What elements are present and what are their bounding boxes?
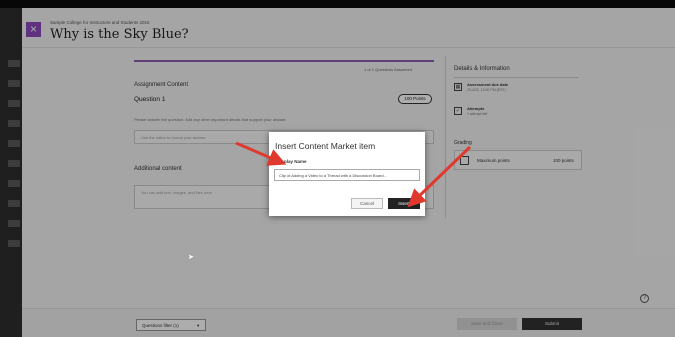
display-name-label: Display Name xyxy=(277,159,307,164)
dialog-title: Insert Content Market item xyxy=(275,141,376,151)
insert-content-market-dialog: Insert Content Market item Display Name … xyxy=(269,132,425,216)
insert-button[interactable]: Insert xyxy=(388,198,420,209)
cancel-button[interactable]: Cancel xyxy=(351,198,383,209)
display-name-input[interactable]: Clip of Adding a Video to a Thread with … xyxy=(274,169,420,181)
mouse-cursor-icon: ➤ xyxy=(188,254,194,261)
